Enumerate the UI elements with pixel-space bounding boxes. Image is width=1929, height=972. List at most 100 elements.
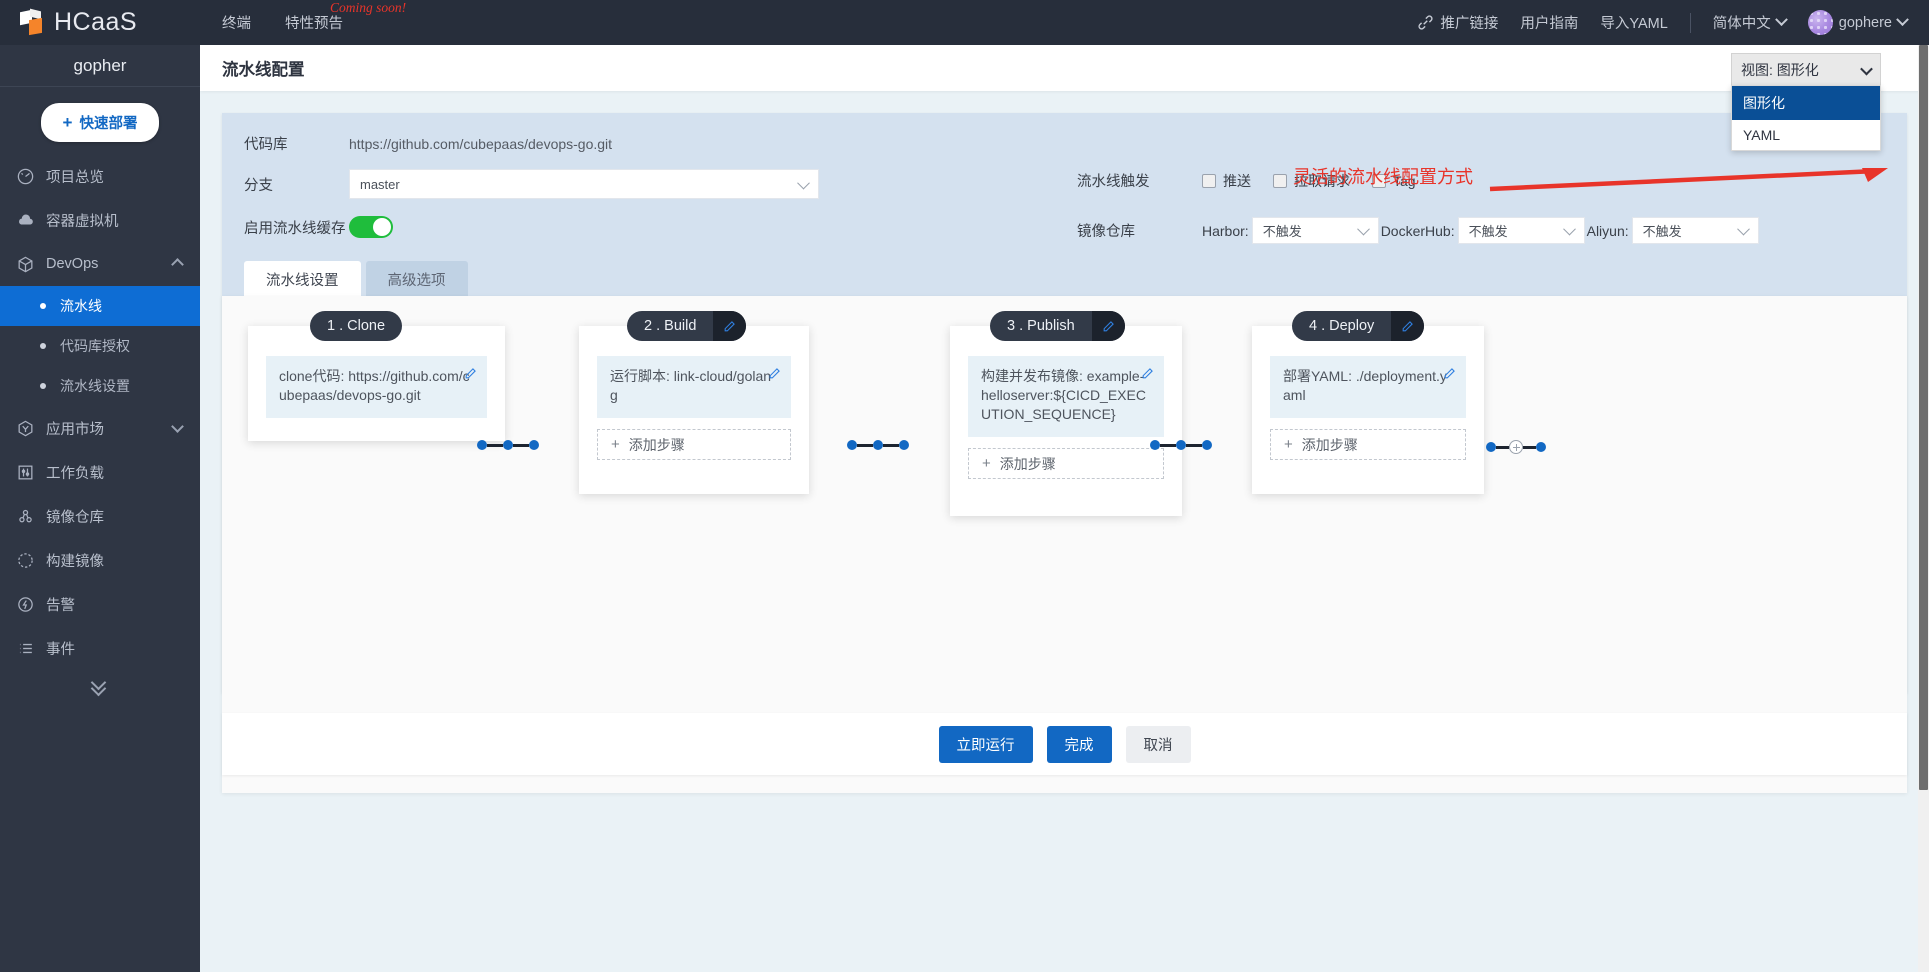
add-step-button[interactable]: + 添加步骤 — [968, 448, 1164, 479]
registry-dockerhub[interactable]: 不触发 — [1458, 217, 1585, 244]
stage-header[interactable]: 1 . Clone — [310, 311, 402, 341]
sidebar-item-overview[interactable]: 项目总览 — [0, 154, 200, 198]
checkbox-icon[interactable] — [1202, 174, 1216, 188]
field-cache: 启用流水线缓存 — [244, 216, 393, 238]
sidebar-subitem-pipeline-settings[interactable]: 流水线设置 — [0, 366, 200, 406]
add-step-button[interactable]: + 添加步骤 — [597, 429, 791, 460]
stage-connector-2[interactable] — [847, 440, 909, 450]
brand[interactable]: HCaaS — [0, 8, 200, 37]
registry-dockerhub-group: DockerHub: 不触发 — [1381, 217, 1585, 244]
sidebar-item-app-market[interactable]: 应用市场 — [0, 406, 200, 450]
pipeline-step[interactable]: 运行脚本: link-cloud/golang — [597, 356, 791, 418]
connector-line — [487, 444, 503, 447]
add-stage-connector[interactable] — [1486, 440, 1546, 454]
finish-button[interactable]: 完成 — [1047, 726, 1112, 763]
sidebar-item-image-registry[interactable]: 镜像仓库 — [0, 494, 200, 538]
language-label: 简体中文 — [1713, 12, 1771, 33]
view-select-menu: 图形化 YAML — [1731, 85, 1881, 151]
add-step-button[interactable]: + 添加步骤 — [1270, 429, 1466, 460]
sidebar-item-workload[interactable]: 工作负载 — [0, 450, 200, 494]
chevron-down-icon — [1357, 223, 1370, 236]
view-option-graphical[interactable]: 图形化 — [1732, 86, 1880, 120]
sidebar-item-devops[interactable]: DevOps — [0, 242, 200, 286]
sliders-icon — [16, 463, 46, 482]
nav-terminal[interactable]: 终端 — [222, 12, 251, 33]
stage-title: 1 . Clone — [310, 318, 402, 334]
pencil-icon[interactable] — [768, 366, 781, 385]
pipeline-step[interactable]: 部署YAML: ./deployment.yaml — [1270, 356, 1466, 418]
connector-line — [857, 444, 873, 447]
trigger-push[interactable]: 推送 — [1202, 171, 1251, 191]
gauge-icon — [16, 167, 46, 186]
add-step-label: 添加步骤 — [629, 435, 685, 455]
scrollbar-thumb[interactable] — [1919, 45, 1928, 790]
tab-bar: 流水线设置 高级选项 — [244, 261, 468, 298]
quick-deploy-button[interactable]: + 快速部署 — [41, 103, 160, 142]
sidebar-item-container-vm[interactable]: 容器虚拟机 — [0, 198, 200, 242]
cache-toggle[interactable] — [349, 216, 393, 238]
chevron-down-icon — [1775, 13, 1788, 26]
sidebar-expand-more[interactable] — [0, 670, 200, 696]
quick-deploy-label: 快速部署 — [79, 112, 137, 133]
registry-harbor-label: Harbor: — [1202, 223, 1249, 239]
plus-icon: + — [1284, 436, 1293, 453]
pencil-icon[interactable] — [1443, 366, 1456, 385]
language-selector[interactable]: 简体中文 — [1713, 12, 1786, 33]
branch-label: 分支 — [244, 174, 349, 195]
cancel-button[interactable]: 取消 — [1126, 726, 1191, 763]
pipeline-step[interactable]: clone代码: https://github.com/cubepaas/dev… — [266, 356, 487, 418]
quick-deploy-wrap: + 快速部署 — [0, 87, 200, 154]
add-stage-plus-icon[interactable] — [1509, 440, 1523, 454]
promo-link-label: 推广链接 — [1440, 12, 1498, 33]
stage-edit-button[interactable] — [1092, 311, 1125, 341]
registry-aliyun[interactable]: 不触发 — [1632, 217, 1759, 244]
pipeline-stage-clone: 1 . Clone clone代码: https://github.com/cu… — [248, 326, 505, 441]
cache-label: 启用流水线缓存 — [244, 217, 349, 238]
chevron-down-icon — [797, 176, 810, 189]
stage-connector-1[interactable] — [477, 440, 539, 450]
pencil-icon[interactable] — [1141, 366, 1154, 385]
tab-pipeline-settings[interactable]: 流水线设置 — [244, 261, 361, 298]
connector-dot — [899, 440, 909, 450]
sidebar-item-label: 告警 — [46, 594, 75, 615]
page-scrollbar[interactable] — [1918, 45, 1929, 972]
registry-label: 镜像仓库 — [1077, 220, 1202, 241]
stage-header[interactable]: 4 . Deploy — [1292, 311, 1424, 341]
sidebar-item-alerts[interactable]: 告警 — [0, 582, 200, 626]
connector-dot — [1486, 442, 1496, 452]
coming-soon-badge: Coming soon! — [330, 0, 406, 16]
sidebar-item-events[interactable]: 事件 — [0, 626, 200, 670]
toggle-knob — [373, 218, 391, 236]
promo-link-button[interactable]: 推广链接 — [1417, 12, 1498, 33]
nodes-icon — [16, 507, 46, 526]
sidebar-subitem-repo-auth[interactable]: 代码库授权 — [0, 326, 200, 366]
stage-header[interactable]: 3 . Publish — [990, 311, 1125, 341]
view-select[interactable]: 视图: 图形化 — [1731, 53, 1881, 87]
bullet-icon — [40, 343, 46, 349]
branch-select[interactable]: master — [349, 169, 819, 199]
bullet-icon — [40, 303, 46, 309]
registry-aliyun-group: Aliyun: 不触发 — [1587, 217, 1759, 244]
registry-harbor[interactable]: 不触发 — [1252, 217, 1379, 244]
stage-connector-3[interactable] — [1150, 440, 1212, 450]
pipeline-step[interactable]: 构建并发布镜像: example-helloserver:${CICD_EXEC… — [968, 356, 1164, 437]
stage-edit-button[interactable] — [713, 311, 746, 341]
pipeline-stage-build: 2 . Build 运行脚本: link-cloud/golang — [579, 326, 809, 494]
registry-dockerhub-value: 不触发 — [1469, 221, 1508, 240]
registry-dockerhub-label: DockerHub: — [1381, 223, 1455, 239]
run-now-button[interactable]: 立即运行 — [939, 726, 1033, 763]
stage-header[interactable]: 2 . Build — [627, 311, 746, 341]
checkbox-icon[interactable] — [1273, 174, 1287, 188]
repo-value: https://github.com/cubepaas/devops-go.gi… — [349, 136, 612, 152]
stage-edit-button[interactable] — [1391, 311, 1424, 341]
registry-harbor-group: Harbor: 不触发 — [1202, 217, 1379, 244]
tab-advanced-options[interactable]: 高级选项 — [366, 261, 468, 298]
sidebar-item-build-image[interactable]: 构建镜像 — [0, 538, 200, 582]
view-select-label: 视图: 图形化 — [1741, 60, 1819, 80]
view-option-yaml[interactable]: YAML — [1732, 120, 1880, 150]
user-menu[interactable]: gophere — [1808, 10, 1907, 35]
user-guide-button[interactable]: 用户指南 — [1520, 12, 1578, 33]
pencil-icon[interactable] — [464, 366, 477, 385]
import-yaml-button[interactable]: 导入YAML — [1600, 12, 1667, 33]
sidebar-subitem-pipeline[interactable]: 流水线 — [0, 286, 200, 326]
